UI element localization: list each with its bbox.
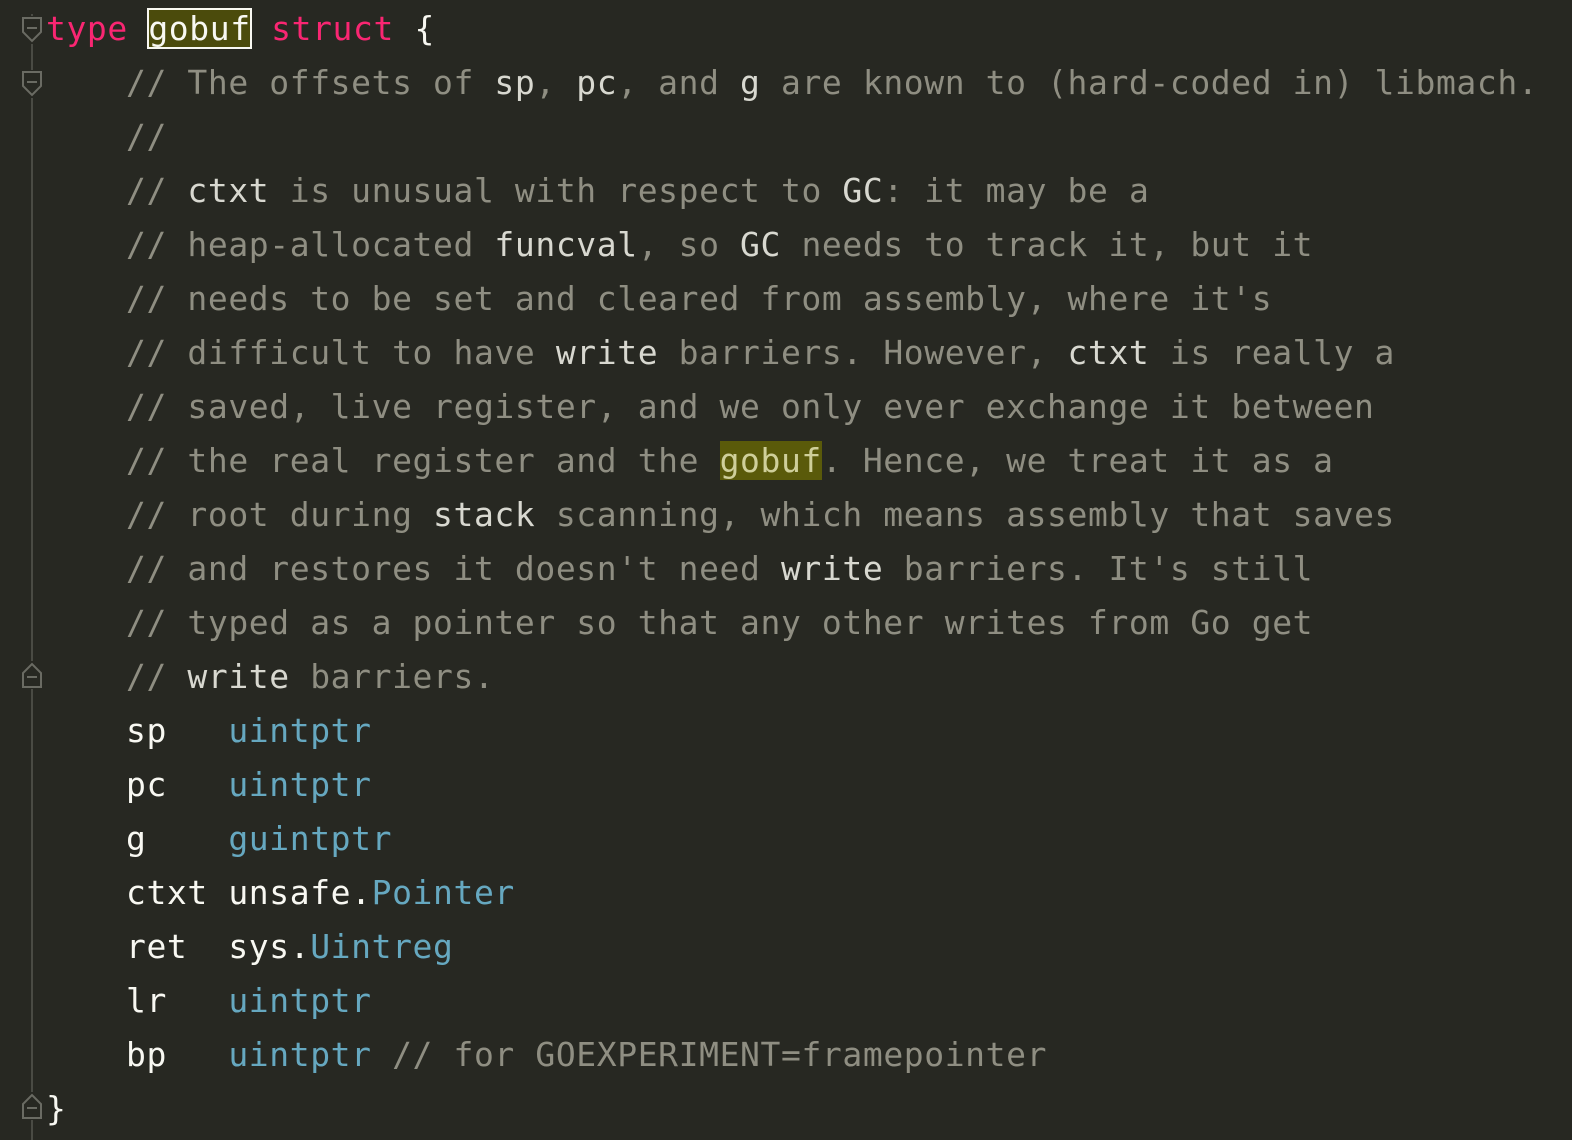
field-type: guintptr <box>228 819 393 858</box>
comment-line[interactable]: // <box>46 110 167 164</box>
search-match-highlight[interactable]: gobuf <box>719 441 822 480</box>
fold-collapse-icon[interactable] <box>21 16 43 44</box>
package-qualifier: unsafe. <box>228 873 372 912</box>
field-name: sp <box>126 711 208 750</box>
field-line-ctxt[interactable]: ctxt unsafe.Pointer <box>46 866 515 920</box>
comment-line[interactable]: // and restores it doesn't need write ba… <box>46 542 1313 596</box>
comment-line[interactable]: // difficult to have write barriers. How… <box>46 326 1395 380</box>
comment-line[interactable]: // saved, live register, and we only eve… <box>46 380 1375 434</box>
field-name: ctxt <box>126 873 208 912</box>
field-type: uintptr <box>228 711 372 750</box>
field-name: ret <box>126 927 208 966</box>
close-brace: } <box>46 1089 67 1128</box>
field-line-bp[interactable]: bp uintptr // for GOEXPERIMENT=framepoin… <box>46 1028 1047 1082</box>
code-line-close[interactable]: } <box>46 1082 66 1136</box>
field-line-sp[interactable]: sp uintptr <box>46 704 372 758</box>
code-editor[interactable]: type gobuf struct { // The offsets of sp… <box>0 0 1572 1140</box>
fold-collapse-icon[interactable] <box>21 70 43 98</box>
field-name: bp <box>126 1035 208 1074</box>
package-qualifier: sys. <box>228 927 311 966</box>
struct-name-highlighted[interactable]: gobuf <box>147 8 252 49</box>
field-type: uintptr <box>228 765 372 804</box>
keyword-struct: struct <box>271 9 394 48</box>
fold-guide-line <box>31 14 33 1140</box>
code-line-struct-header[interactable]: type gobuf struct { <box>46 2 435 56</box>
field-name: pc <box>126 765 208 804</box>
open-brace: { <box>414 9 435 48</box>
field-line-lr[interactable]: lr uintptr <box>46 974 372 1028</box>
field-type: uintptr <box>228 981 372 1020</box>
comment-line[interactable]: // ctxt is unusual with respect to GC: i… <box>46 164 1149 218</box>
field-type: Pointer <box>371 873 515 912</box>
field-name: g <box>126 819 208 858</box>
field-type: uintptr <box>228 1035 372 1074</box>
comment-line[interactable]: // needs to be set and cleared from asse… <box>46 272 1272 326</box>
comment-line[interactable]: // write barriers. <box>46 650 494 704</box>
comment-line[interactable]: // The offsets of sp, pc, and g are know… <box>46 56 1538 110</box>
keyword-type: type <box>46 9 128 48</box>
field-line-ret[interactable]: ret sys.Uintreg <box>46 920 454 974</box>
field-name: lr <box>126 981 208 1020</box>
comment-line[interactable]: // typed as a pointer so that any other … <box>46 596 1313 650</box>
field-line-pc[interactable]: pc uintptr <box>46 758 372 812</box>
field-line-g[interactable]: g guintptr <box>46 812 392 866</box>
comment-line[interactable]: // root during stack scanning, which mea… <box>46 488 1395 542</box>
comment-line[interactable]: // heap-allocated funcval, so GC needs t… <box>46 218 1313 272</box>
fold-end-icon[interactable] <box>21 661 43 689</box>
fold-end-icon[interactable] <box>21 1092 43 1120</box>
comment-line[interactable]: // the real register and the gobuf. Henc… <box>46 434 1334 488</box>
field-type: Uintreg <box>310 927 454 966</box>
trailing-comment: // for GOEXPERIMENT=framepointer <box>371 1035 1048 1074</box>
